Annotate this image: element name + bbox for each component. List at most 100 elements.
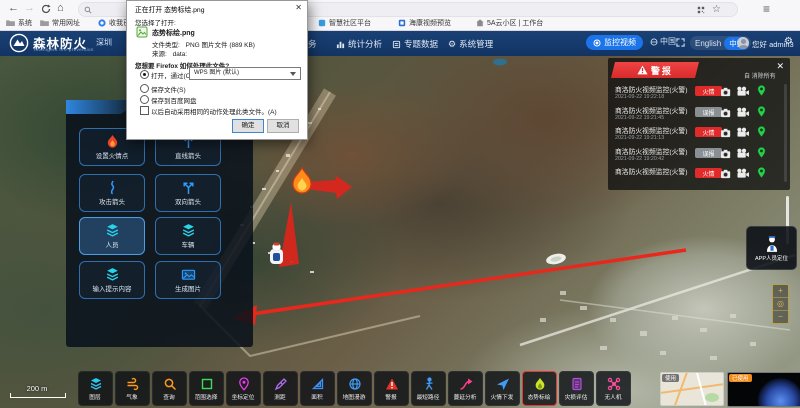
toolbar-spread-analysis[interactable]: 蔓延分析 — [448, 371, 483, 406]
browser-forward-button[interactable]: → — [24, 0, 35, 17]
radio-save-baidu[interactable] — [140, 95, 149, 104]
screen: 设置火情点 直线箭头 攻击箭头 双向箭头 — [0, 0, 800, 408]
alert-badge[interactable]: 误报 — [695, 148, 722, 158]
camera-icon[interactable] — [720, 107, 733, 118]
toolbar-damage-assessment[interactable]: 灾损评估 — [559, 371, 594, 406]
app-personnel-locate-button[interactable]: APP人员定位 — [746, 226, 797, 270]
alert-close-icon[interactable]: ✕ — [776, 61, 784, 72]
toolbar-situation-plotting[interactable]: 态势标绘 — [522, 371, 557, 406]
zoom-in-button[interactable]: + — [773, 285, 788, 298]
camera-icon[interactable] — [720, 168, 733, 179]
radio-open-with[interactable] — [140, 70, 149, 79]
search-icon — [163, 377, 177, 391]
open-with-dropdown[interactable]: WPS 图片 (默认) — [189, 67, 301, 80]
alert-row[interactable]: 商洛防火视频监控(火警) 2021-09-22 19:22:18 — [615, 84, 688, 100]
location-pin-icon[interactable] — [756, 125, 767, 138]
browser-refresh-icon[interactable] — [41, 4, 51, 14]
alert-row[interactable]: 商洛防火视频监控(火警) 2021-09-22 19:21:13 — [615, 125, 688, 141]
toolbar-layers[interactable]: 图层 — [78, 371, 113, 406]
browser-back-button[interactable]: ← — [8, 0, 19, 17]
location-pin-icon[interactable] — [756, 146, 767, 159]
alert-row[interactable]: 商洛防火视频监控(火警) 2021-09-22 19:20:42 — [615, 146, 688, 162]
fullscreen-icon[interactable] — [676, 38, 685, 47]
bookmark-item[interactable]: 5A云小区 | 工作台 — [476, 16, 543, 29]
alert-warning-icon — [637, 65, 648, 75]
globe-icon — [650, 38, 658, 46]
video-camera-icon[interactable] — [736, 127, 750, 138]
country-selector[interactable]: 中国 — [650, 36, 676, 47]
dialog-close-icon[interactable]: ✕ — [295, 3, 302, 12]
avatar[interactable] — [737, 37, 749, 49]
camera-icon[interactable] — [720, 86, 733, 97]
basemap-3d-thumbnail[interactable]: 已使用 — [727, 372, 800, 407]
location-pin-icon[interactable] — [756, 105, 767, 118]
alert-ribbon: 警报 — [611, 62, 699, 78]
browser-menu-icon[interactable]: ≡ — [763, 1, 770, 17]
camera-icon[interactable] — [720, 148, 733, 159]
alert-row[interactable]: 商洛防火视频监控(火警) — [615, 166, 688, 176]
alert-clear-all[interactable]: 自 消除所有 — [744, 71, 776, 80]
toolbar-measure[interactable]: 测距 — [263, 371, 298, 406]
tool-attack-arrow[interactable]: 攻击箭头 — [79, 174, 145, 212]
zoom-reset-button[interactable]: ◎ — [773, 298, 788, 311]
monitor-video-button[interactable]: 监控视频 — [586, 35, 643, 50]
qr-code-icon[interactable] — [697, 6, 705, 14]
city-road-2 — [560, 300, 790, 330]
radio-save-file[interactable] — [140, 84, 149, 93]
radio-save-baidu-label: 保存到百度网盘 — [151, 95, 197, 105]
nav-item-thematic-data[interactable]: 专题数据 — [392, 38, 438, 50]
tool-generate-image[interactable]: 生成图片 — [155, 261, 221, 299]
tool-branch-arrow[interactable]: 双向箭头 — [155, 174, 221, 212]
toolbar-fire-dispatch[interactable]: 火情下发 — [485, 371, 520, 406]
bookmark-star-icon[interactable]: ☆ — [712, 2, 721, 18]
layers-icon — [181, 223, 196, 238]
scale-label: 200 m — [10, 384, 64, 393]
dialog-cancel-button[interactable]: 取消 — [267, 119, 299, 133]
toolbar-drone[interactable]: 无人机 — [596, 371, 631, 406]
tool-vehicles[interactable]: 车辆 — [155, 217, 221, 255]
document-icon — [570, 377, 584, 391]
toolbar-search[interactable]: 查询 — [152, 371, 187, 406]
pin-icon — [237, 377, 251, 391]
remember-action-checkbox[interactable] — [140, 106, 149, 115]
alert-badge[interactable]: 火情 — [695, 86, 722, 96]
location-pin-icon[interactable] — [756, 84, 767, 97]
bookmark-item[interactable]: 智慧社区平台 — [318, 16, 371, 29]
bookmark-item[interactable]: 常用网址 — [40, 16, 80, 29]
zoom-out-button[interactable]: − — [773, 311, 788, 323]
tool-input-hint[interactable]: 输入提示内容 — [79, 261, 145, 299]
settings-gear-icon[interactable]: ⚙ — [784, 36, 793, 47]
alert-badge[interactable]: 火情 — [695, 168, 722, 178]
video-camera-icon[interactable] — [736, 168, 750, 179]
video-camera-icon[interactable] — [736, 148, 750, 159]
fire-marker[interactable] — [293, 168, 311, 193]
bookmark-item[interactable]: 海康视频预览 — [398, 16, 451, 29]
tool-personnel[interactable]: 人员 — [79, 217, 145, 255]
alert-row[interactable]: 商洛防火视频监控(火警) 2021-09-22 19:21:45 — [615, 105, 688, 121]
location-pin-icon[interactable] — [756, 166, 767, 179]
dialog-ok-button[interactable]: 确定 — [232, 119, 264, 133]
lang-english[interactable]: English — [695, 39, 721, 48]
alert-badge[interactable]: 火情 — [695, 127, 722, 137]
alert-badge[interactable]: 误报 — [695, 107, 722, 117]
person-marker[interactable] — [270, 243, 283, 265]
basemap-2d-thumbnail[interactable]: 使用 — [660, 372, 724, 406]
nav-item-statistics[interactable]: 统计分析 — [336, 38, 382, 50]
region-label: 深圳 — [96, 37, 112, 48]
video-camera-icon[interactable] — [736, 107, 750, 118]
gear-icon: ⚙ — [448, 39, 456, 50]
toolbar-weather[interactable]: 气象 — [115, 371, 150, 406]
camera-icon[interactable] — [720, 127, 733, 138]
bookmark-item[interactable]: 系统 — [6, 16, 32, 29]
toolbar-map-roam[interactable]: 地图漫游 — [337, 371, 372, 406]
toolbar-alert[interactable]: 警报 — [374, 371, 409, 406]
toolbar-shortest-path[interactable]: 最短路径 — [411, 371, 446, 406]
nav-item-partial[interactable]: 务 — [308, 38, 317, 50]
nav-item-system-admin[interactable]: ⚙ 系统管理 — [448, 38, 493, 50]
toolbar-area[interactable]: 面积 — [300, 371, 335, 406]
video-camera-icon[interactable] — [736, 86, 750, 97]
alert-scrollbar[interactable] — [784, 84, 787, 182]
toolbar-rect-select[interactable]: 范围选择 — [189, 371, 224, 406]
browser-home-button[interactable]: ⌂ — [57, 0, 64, 17]
toolbar-coordinate-locate[interactable]: 坐标定位 — [226, 371, 261, 406]
